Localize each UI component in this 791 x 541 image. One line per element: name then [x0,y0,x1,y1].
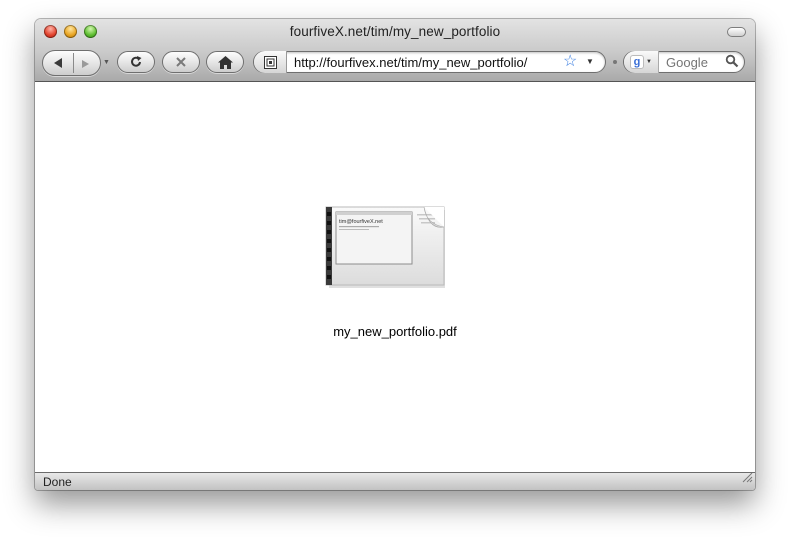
home-icon [217,55,233,69]
url-history-dropdown-icon[interactable]: ▼ [586,57,594,66]
browser-window: fourfiveX.net/tim/my_new_portfolio ▼ htt… [35,19,755,490]
stop-x-icon [176,57,186,67]
address-bar[interactable]: http://fourfivex.net/tim/my_new_portfoli… [253,51,606,73]
forward-button[interactable] [79,57,91,75]
search-icon[interactable] [725,54,739,73]
site-identity-button[interactable] [254,51,287,73]
search-engine-selector[interactable]: g ▼ [624,51,659,73]
google-icon: g [630,55,645,69]
status-bar: Done [35,472,755,490]
pdf-filename[interactable]: my_new_portfolio.pdf [35,324,755,339]
toolbar-toggle-button[interactable] [727,27,746,37]
back-forward-group [42,50,101,76]
page-content: tim@fourfiveX.net my_new_portfolio.pdf [35,82,755,472]
pdf-file-icon[interactable]: tim@fourfiveX.net [325,206,447,290]
home-button[interactable] [206,51,244,73]
resize-grip-icon[interactable] [742,470,753,488]
url-text: http://fourfivex.net/tim/my_new_portfoli… [294,55,528,70]
engine-dropdown-icon: ▼ [646,59,652,65]
nav-divider [73,53,74,73]
stop-button[interactable] [162,51,200,73]
window-title: fourfiveX.net/tim/my_new_portfolio [289,24,501,39]
reload-button[interactable] [117,51,155,73]
toolbar-grip [613,60,617,64]
search-input[interactable] [666,55,726,70]
history-dropdown-icon[interactable]: ▼ [103,59,110,66]
reload-icon [131,56,142,67]
back-button[interactable] [51,56,65,75]
star-icon[interactable]: ☆ [563,51,577,73]
thumbnail-title: tim@fourfiveX.net [339,219,383,225]
forward-arrow-icon [82,60,89,68]
search-bar: g ▼ [623,51,745,73]
back-arrow-icon [54,58,62,68]
site-identity-icon [263,55,277,69]
status-text: Done [43,475,72,489]
titlebar-toolbar: fourfiveX.net/tim/my_new_portfolio ▼ htt… [35,19,755,82]
